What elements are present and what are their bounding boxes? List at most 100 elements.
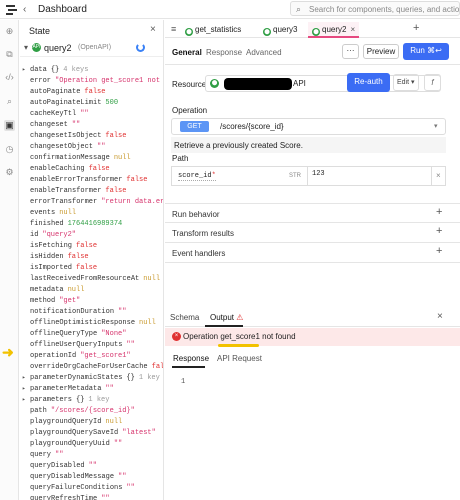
state-entry: notificationDuration "" [30, 308, 126, 316]
state-value: "" [80, 110, 89, 118]
tab-response[interactable]: Response [206, 48, 242, 57]
state-entry: data{} 4 keys [30, 66, 88, 74]
chevron-right-icon[interactable]: ▸ [22, 66, 26, 73]
run-button[interactable]: Run ⌘↩ [403, 43, 449, 60]
state-row[interactable]: ▸ parameters{} 1 key [20, 395, 163, 406]
state-entry: metadata null [30, 286, 84, 294]
state-entry: playgroundQueryUuid "" [30, 440, 122, 448]
state-row: errorTransformer"return data.error" [20, 197, 163, 208]
chevron-right-icon[interactable]: ▸ [22, 374, 26, 381]
components-icon[interactable]: ⧉ [4, 49, 15, 60]
tab-general[interactable]: General [172, 48, 202, 57]
state-value: "" [113, 440, 123, 448]
state-key: playgroundQuerySaveId [30, 429, 119, 437]
state-row: events null [20, 208, 163, 219]
section-transform-results[interactable]: Transform results [172, 229, 234, 238]
state-value: false [105, 187, 127, 195]
tab-response-body[interactable]: Response [173, 354, 209, 363]
tab-query3[interactable]: ⬤ query3 [263, 22, 297, 38]
state-value: {} [126, 374, 135, 382]
add-icon[interactable]: ⊕ [4, 26, 15, 37]
state-key: enableTransformer [30, 187, 102, 195]
state-row: queryDisabledMessage "" [20, 472, 163, 483]
tab-get-statistics[interactable]: ⬤ get_statistics [185, 22, 241, 38]
settings-icon[interactable]: ⚙ [4, 167, 15, 178]
tab-query2[interactable]: ⬤ query2 × [308, 22, 360, 38]
state-row: queryFailureConditions "" [20, 483, 163, 494]
section-event-handlers[interactable]: Event handlers [172, 249, 225, 258]
expand-plus-icon[interactable]: + [436, 245, 442, 257]
section-run-behavior[interactable]: Run behavior [172, 210, 220, 219]
close-tab-icon[interactable]: × [350, 25, 355, 34]
state-value: "" [126, 484, 135, 492]
divider [431, 167, 432, 185]
param-value-input[interactable]: 123 [312, 170, 325, 178]
state-icon[interactable]: ▣ [4, 120, 15, 131]
state-value: {} [76, 396, 85, 404]
state-entry: changesetObject "" [30, 143, 105, 151]
more-button[interactable]: ··· [342, 44, 359, 59]
state-row: enableErrorTransformer false [20, 175, 163, 186]
history-icon[interactable]: ◷ [4, 144, 15, 155]
state-row: notificationDuration "" [20, 307, 163, 318]
state-row: method "get" [20, 296, 163, 307]
operation-select[interactable]: GET /scores/{score_id} ▾ [171, 118, 446, 135]
state-value: 1764416989374 [67, 220, 123, 228]
state-query-row[interactable]: ▾ API query2 (OpenAPI) [20, 40, 163, 57]
state-row[interactable]: ▸ parameterDynamicStates{} 1 key [20, 373, 163, 384]
tab-api-request[interactable]: API Request [217, 354, 262, 363]
expand-plus-icon[interactable]: + [436, 225, 442, 237]
close-icon[interactable]: × [150, 24, 156, 35]
back-icon[interactable]: ‹ [23, 4, 26, 15]
tab-schema[interactable]: Schema [170, 313, 199, 322]
tab-advanced[interactable]: Advanced [246, 48, 282, 57]
state-row[interactable]: ▸ data{} 4 keys [20, 65, 163, 76]
path-param-row: score_id* STR 123 × [171, 166, 446, 186]
error-message: Operation get_score1 not found [183, 332, 296, 341]
state-value: "" [101, 495, 110, 500]
fx-icon[interactable]: f [424, 74, 441, 91]
chevron-right-icon[interactable]: ▸ [22, 385, 26, 392]
warning-icon: ⚠ [236, 313, 244, 322]
state-key: id [30, 231, 39, 239]
state-row: queryDisabled "" [20, 461, 163, 472]
menu-icon[interactable]: ≡ [171, 24, 176, 34]
state-entry: enableCaching false [30, 165, 110, 173]
state-value: null [67, 286, 85, 294]
preview-button[interactable]: Preview [363, 44, 399, 59]
state-row: changesetObject "" [20, 142, 163, 153]
state-key: queryRefreshTime [30, 495, 98, 500]
state-entry: offlineQueryType "None" [30, 330, 126, 338]
add-tab-icon[interactable]: + [413, 22, 419, 34]
expand-plus-icon[interactable]: + [436, 206, 442, 218]
state-row: offlineQueryType "None" [20, 329, 163, 340]
edit-resource-button[interactable]: Edit ▾ [393, 74, 419, 91]
chevron-right-icon[interactable]: ▸ [22, 396, 26, 403]
close-icon[interactable]: × [437, 311, 443, 322]
state-value: false [84, 88, 106, 96]
tab-output[interactable]: Output ⚠ [210, 313, 243, 322]
state-value: {} [50, 66, 60, 74]
chevron-down-icon[interactable]: ▾ [24, 43, 28, 52]
state-entry: parameterDynamicStates{} 1 key [30, 374, 160, 382]
response-code-area[interactable] [165, 370, 460, 500]
reauth-button[interactable]: Re-auth [347, 73, 390, 92]
state-entry: query "" [30, 451, 63, 459]
code-icon[interactable]: ‹/› [4, 72, 15, 83]
state-value: "" [126, 341, 135, 349]
search-icon: ⌕ [296, 4, 302, 14]
state-value: false [88, 165, 110, 173]
state-value: "" [97, 143, 106, 151]
app-logo-icon[interactable] [6, 4, 18, 15]
redacted-resource-name [224, 78, 292, 90]
param-type: STR [289, 173, 301, 179]
state-key: parameters [30, 396, 73, 404]
state-value: "get_score1" [80, 352, 131, 360]
state-row: cacheKeyTtl "" [20, 109, 163, 120]
state-key: offlineQueryType [30, 330, 98, 338]
close-icon[interactable]: × [436, 171, 441, 180]
state-row: playgroundQueryUuid "" [20, 439, 163, 450]
search-icon[interactable]: ⌕ [4, 96, 15, 107]
search-input[interactable]: ⌕ Search for components, queries, and ac… [290, 1, 460, 16]
state-row[interactable]: ▸ parameterMetadata "" [20, 384, 163, 395]
